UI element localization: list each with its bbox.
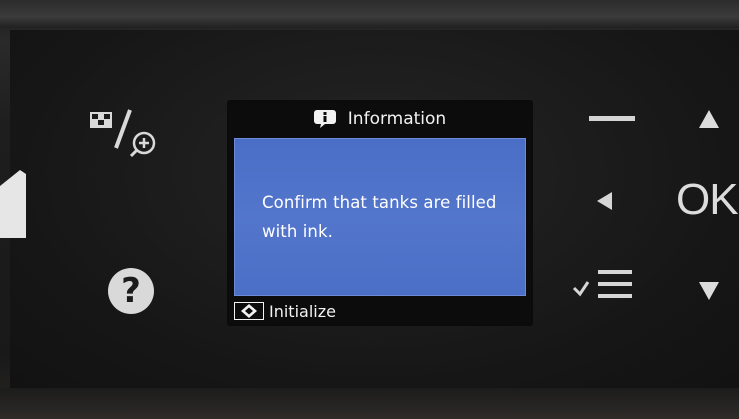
printer-bottom-edge [0, 388, 739, 419]
down-arrow-button[interactable] [699, 282, 719, 300]
preview-zoom-icon [90, 109, 156, 158]
lcd-screen: Information Confirm that tanks are fille… [229, 103, 531, 323]
info-icon [313, 109, 336, 129]
left-arrow-button[interactable] [597, 192, 612, 210]
message-text: Confirm that tanks are filled with ink. [262, 193, 497, 241]
lcd-footer: Initialize [234, 300, 336, 322]
up-arrow-button[interactable] [699, 110, 719, 128]
checklist-icon [572, 270, 632, 298]
home-icon [0, 170, 26, 238]
message-area: Confirm that tanks are filled with ink. [234, 138, 526, 296]
lcd-header: Information [229, 103, 531, 135]
help-button[interactable]: ? [108, 268, 154, 314]
printer-top-edge [0, 0, 739, 28]
initialize-label: Initialize [269, 301, 336, 321]
ok-button[interactable]: OK [676, 176, 739, 224]
home-button[interactable] [0, 168, 26, 238]
checklist-button[interactable] [572, 266, 634, 306]
lcd-title: Information [347, 109, 447, 129]
start-diamond-icon [234, 302, 264, 320]
preview-zoom-button[interactable] [86, 108, 166, 168]
minus-button[interactable] [589, 116, 635, 121]
